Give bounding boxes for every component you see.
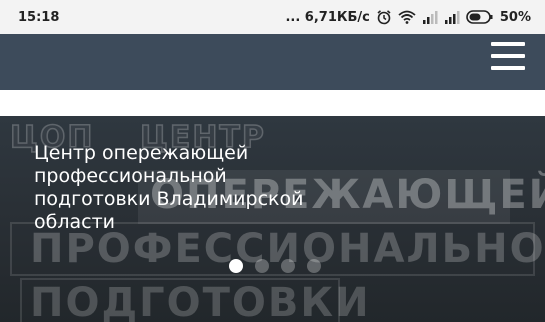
status-bar: 15:18 ... 6,71КБ/с 50% <box>0 0 545 34</box>
background-word: ПОДГОТОВКИ <box>30 280 371 322</box>
hero-slider[interactable]: ЦОП ЦЕНТР ОПЕРЕЖАЮЩЕЙ ПРОФЕССИОНАЛЬНОЙ П… <box>0 116 545 322</box>
slider-dot-3[interactable] <box>281 259 295 273</box>
status-time: 15:18 <box>18 9 60 25</box>
slider-dot-2[interactable] <box>255 259 269 273</box>
site-header <box>0 34 545 90</box>
alarm-icon <box>376 9 392 25</box>
signal-icon <box>444 10 460 24</box>
wifi-icon <box>398 10 416 24</box>
header-spacer <box>0 90 545 116</box>
slider-pagination <box>229 259 321 273</box>
status-indicators: ... 6,71КБ/с 50% <box>285 9 531 25</box>
hamburger-menu-icon <box>491 42 525 46</box>
slider-dot-1[interactable] <box>229 259 243 273</box>
signal-icon <box>422 10 438 24</box>
battery-icon <box>466 10 494 24</box>
battery-percent: 50% <box>499 9 531 25</box>
slider-dot-4[interactable] <box>307 259 321 273</box>
network-speed: ... 6,71КБ/с <box>285 9 370 25</box>
hero-title: Центр опережающей профессиональной подго… <box>34 142 304 233</box>
hamburger-menu-button[interactable] <box>491 42 525 70</box>
